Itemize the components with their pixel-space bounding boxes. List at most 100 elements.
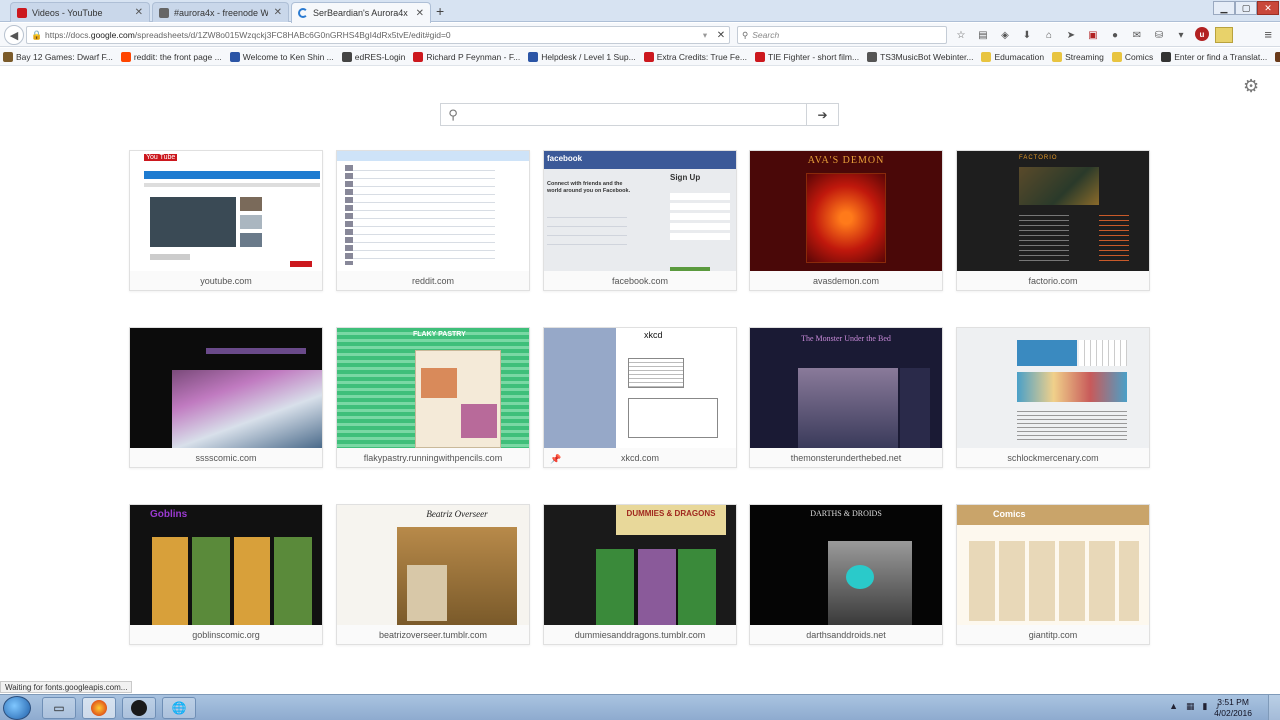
bookmark-item[interactable]: Enter or find a Translat... xyxy=(1161,51,1267,62)
bookmark-item[interactable]: Welcome to Ken Shin ... xyxy=(229,51,334,62)
bookmark-label: Bay 12 Games: Dwarf F... xyxy=(16,51,113,62)
clock[interactable]: 3:51 PM 4/02/2016 xyxy=(1214,697,1252,719)
tile-avasdemon[interactable]: AVA'S DEMON avasdemon.com xyxy=(749,150,943,291)
bookmark-item[interactable]: Richard P Feynman - F... xyxy=(413,51,520,62)
extension-icon[interactable] xyxy=(1215,27,1233,43)
bookmark-favicon-icon xyxy=(1275,51,1280,62)
battery-icon[interactable]: ▮ xyxy=(1203,701,1208,712)
bookmark-item[interactable]: Android Arts xyxy=(1275,51,1280,62)
back-button[interactable]: ◀ xyxy=(4,25,24,45)
menu-icon[interactable]: ≡ xyxy=(1264,27,1272,42)
start-button[interactable] xyxy=(3,696,31,720)
bookmark-favicon-icon xyxy=(120,51,131,62)
tile-thumbnail: Goblins xyxy=(130,505,322,625)
tile-sssscomic[interactable]: sssscomic.com xyxy=(129,327,323,468)
navigation-bar: ◀ 🔒 https://docs.google.com/spreadsheets… xyxy=(0,23,1280,47)
bookmark-label: TIE Fighter - short film... xyxy=(767,51,860,62)
bookmark-favicon-icon xyxy=(229,51,240,62)
tab-freenode[interactable]: #aurora4x - freenode Web I... ✕ xyxy=(152,2,289,22)
tile-label: sssscomic.com xyxy=(195,453,257,463)
minimize-button[interactable]: ▁ xyxy=(1213,1,1235,15)
close-tab-icon[interactable]: ✕ xyxy=(416,8,424,19)
new-tab-button[interactable]: + xyxy=(436,3,444,19)
bookmark-item[interactable]: reddit: the front page ... xyxy=(120,51,222,62)
tab-active-spreadsheet[interactable]: SerBeardian's Aurora4x Ju... ✕ xyxy=(291,2,431,23)
bookmark-label: edRES-Login xyxy=(354,51,406,62)
system-tray: ▲ ▦ ▮ ♪ xyxy=(1169,701,1220,712)
tile-label: avasdemon.com xyxy=(812,276,880,286)
address-bar[interactable]: 🔒 https://docs.google.com/spreadsheets/d… xyxy=(26,26,730,44)
tile-reddit[interactable]: reddit.com xyxy=(336,150,530,291)
maximize-button[interactable]: ▢ xyxy=(1235,1,1257,15)
bookmark-item[interactable]: Extra Credits: True Fe... xyxy=(643,51,747,62)
tile-monsterunderthebed[interactable]: The Monster Under the Bed themonsterunde… xyxy=(749,327,943,468)
page-favicon-icon xyxy=(159,7,169,18)
globe-taskbar-icon[interactable]: 🌐 xyxy=(162,697,196,719)
bookmark-label: Welcome to Ken Shin ... xyxy=(242,51,334,62)
ublock-icon[interactable]: u xyxy=(1195,27,1209,41)
close-tab-icon[interactable]: ✕ xyxy=(135,7,143,18)
tile-label: dummiesanddragons.tumblr.com xyxy=(574,630,706,640)
addon-dropdown-icon[interactable]: ▾ xyxy=(1173,27,1189,43)
toolbar-icons: ☆ ▤ ◈ ⬇ ⌂ ➤ ▣ ● ✉ ⛁ ▾ u xyxy=(953,27,1233,43)
tile-dummiesanddragons[interactable]: DUMMIES & DRAGONS dummiesanddragons.tumb… xyxy=(543,504,737,645)
tile-label: goblinscomic.org xyxy=(192,630,260,640)
close-window-button[interactable]: ✕ xyxy=(1257,1,1279,15)
bookmark-favicon-icon xyxy=(981,51,992,62)
bookmark-favicon-icon xyxy=(341,51,352,62)
chat-icon[interactable]: ● xyxy=(1107,27,1123,43)
bookmark-item[interactable]: Helpdesk / Level 1 Sup... xyxy=(528,51,636,62)
search-placeholder: Search xyxy=(752,30,780,40)
bookmark-favicon-icon xyxy=(1111,51,1122,62)
tile-thumbnail: DUMMIES & DRAGONS xyxy=(544,505,736,625)
tile-facebook[interactable]: facebook Connect with friends and the wo… xyxy=(543,150,737,291)
reading-list-icon[interactable]: ▤ xyxy=(975,27,991,43)
network-icon[interactable]: ▦ xyxy=(1186,701,1195,712)
tile-label: beatrizoverseer.tumblr.com xyxy=(378,630,488,640)
tile-goblinscomic[interactable]: Goblins goblinscomic.org xyxy=(129,504,323,645)
search-go-button[interactable]: ➔ xyxy=(806,104,838,125)
tile-factorio[interactable]: FACTORIO factorio.com xyxy=(956,150,1150,291)
tile-thumbnail: The Monster Under the Bed xyxy=(750,328,942,448)
tile-thumbnail: facebook Connect with friends and the wo… xyxy=(544,151,736,271)
bookmark-item[interactable]: Edumacation xyxy=(981,51,1044,62)
search-field[interactable]: ⚲ Search xyxy=(737,26,947,44)
tile-flakypastry[interactable]: FLAKY PASTRY flakypastry.runningwithpenc… xyxy=(336,327,530,468)
pocket-icon[interactable]: ◈ xyxy=(997,27,1013,43)
tile-darthsanddroids[interactable]: DARTHS & DROIDS darthsanddroids.net xyxy=(749,504,943,645)
addon-red-icon[interactable]: ▣ xyxy=(1085,27,1101,43)
steam-taskbar-icon[interactable] xyxy=(122,697,156,719)
bookmark-item[interactable]: Comics xyxy=(1111,51,1153,62)
new-tab-page: ⚙ ⚲ ➔ You Tube youtube.com reddit.com fa… xyxy=(0,67,1280,680)
bookmark-label: Extra Credits: True Fe... xyxy=(656,51,747,62)
tile-xkcd[interactable]: xkcd 📌 xkcd.com xyxy=(543,327,737,468)
addon-icon[interactable]: ⛁ xyxy=(1151,27,1167,43)
history-dropdown-icon[interactable]: ▾ xyxy=(697,30,713,41)
stop-loading-icon[interactable]: ✕ xyxy=(713,30,729,41)
close-tab-icon[interactable]: ✕ xyxy=(274,7,282,18)
download-icon[interactable]: ⬇ xyxy=(1019,27,1035,43)
tile-label: youtube.com xyxy=(200,276,252,286)
tile-giantitp[interactable]: Comics giantitp.com xyxy=(956,504,1150,645)
file-explorer-taskbar-icon[interactable]: ▭ xyxy=(42,697,76,719)
bookmark-item[interactable]: Bay 12 Games: Dwarf F... xyxy=(3,51,113,62)
bookmark-item[interactable]: Streaming xyxy=(1052,51,1104,62)
tile-beatrizoverseer[interactable]: Beatriz Overseer beatrizoverseer.tumblr.… xyxy=(336,504,530,645)
tile-label: themonsterunderthebed.net xyxy=(790,453,902,463)
search-icon: ⚲ xyxy=(742,29,749,40)
bookmark-item[interactable]: TIE Fighter - short film... xyxy=(754,51,860,62)
tile-schlockmercenary[interactable]: schlockmercenary.com xyxy=(956,327,1150,468)
gear-icon[interactable]: ⚙ xyxy=(1243,76,1259,97)
tile-youtube[interactable]: You Tube youtube.com xyxy=(129,150,323,291)
firefox-taskbar-icon[interactable] xyxy=(82,697,116,719)
home-icon[interactable]: ⌂ xyxy=(1041,27,1057,43)
tab-youtube[interactable]: Videos - YouTube ✕ xyxy=(10,2,150,22)
bookmark-star-icon[interactable]: ☆ xyxy=(953,27,969,43)
bookmark-item[interactable]: edRES-Login xyxy=(341,51,406,62)
show-desktop-button[interactable] xyxy=(1268,695,1280,720)
addon-icon[interactable]: ✉ xyxy=(1129,27,1145,43)
send-icon[interactable]: ➤ xyxy=(1063,27,1079,43)
bookmark-item[interactable]: TS3MusicBot Webinter... xyxy=(867,51,973,62)
tray-overflow-icon[interactable]: ▲ xyxy=(1169,701,1178,712)
newtab-search-input[interactable] xyxy=(465,104,806,125)
